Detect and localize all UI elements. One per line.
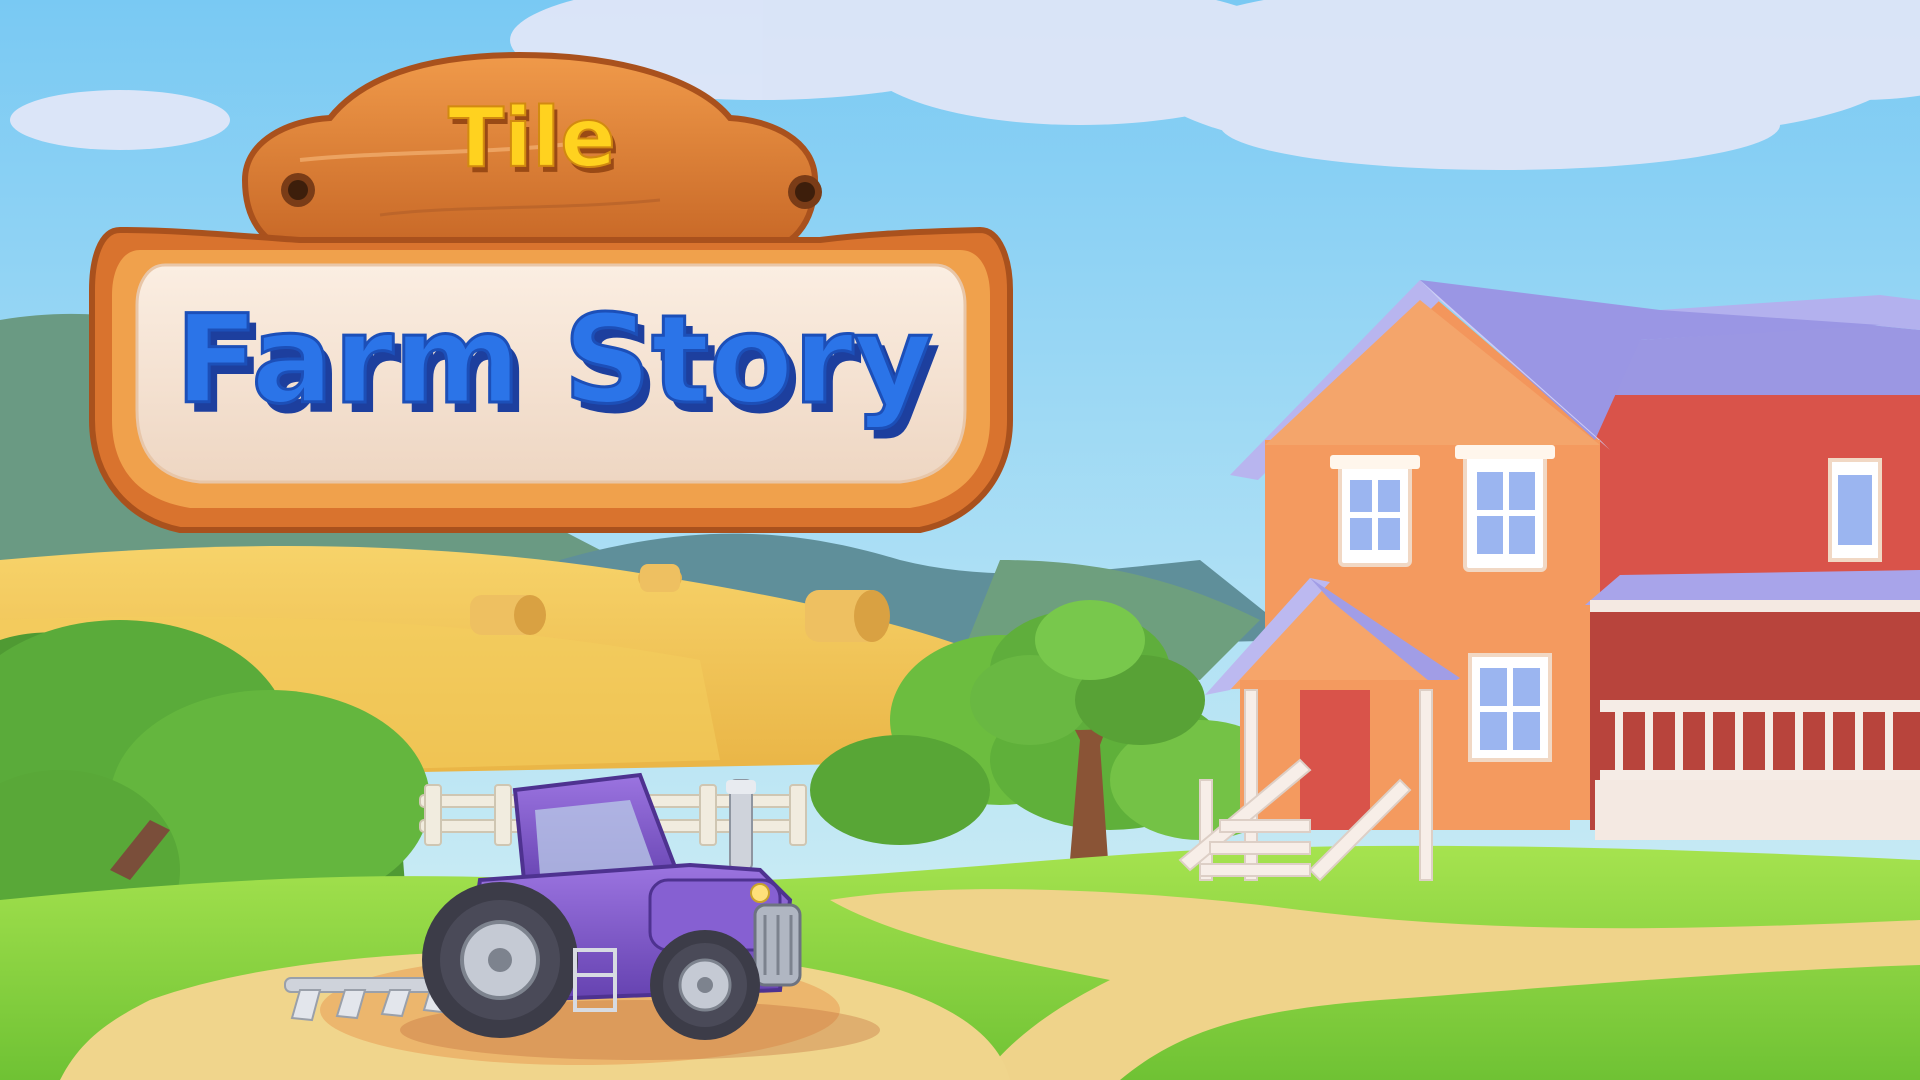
farm-scene-illustration: Tile Tile Farm Story Farm Story — [0, 0, 1920, 1080]
logo-tile-word: Tile — [448, 91, 616, 186]
logo-title-words: Farm Story — [175, 289, 933, 431]
game-title-screen[interactable]: Tile Tile Farm Story Farm Story — [0, 0, 1920, 1080]
